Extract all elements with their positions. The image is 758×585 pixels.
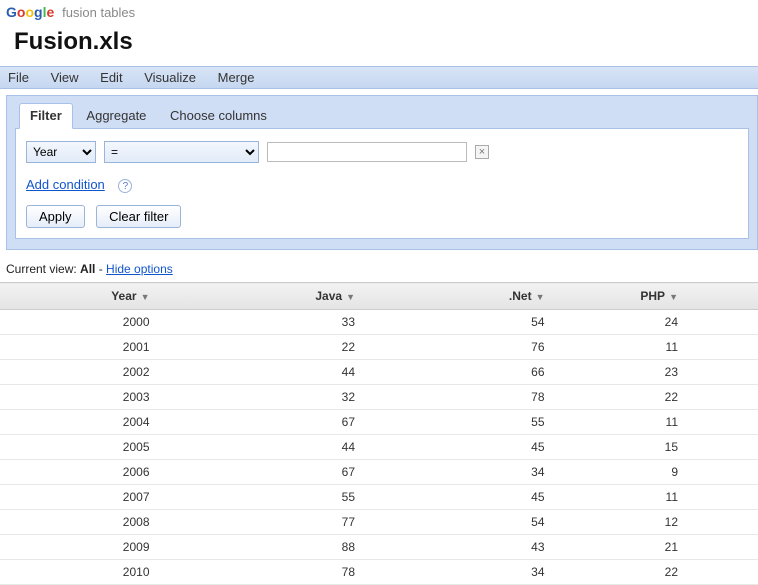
table-cell: 2003 <box>0 385 190 410</box>
table-cell: 11 <box>569 335 758 360</box>
table-cell: 24 <box>569 310 758 335</box>
table-cell: 22 <box>190 335 380 360</box>
table-row[interactable]: 2000335424 <box>0 310 758 335</box>
table-cell: 23 <box>569 360 758 385</box>
table-cell: 45 <box>379 435 569 460</box>
filter-operator-select[interactable]: = <box>104 141 259 163</box>
filter-body: Year = × Add condition ? Apply Clear fil… <box>15 129 749 239</box>
hide-options-link[interactable]: Hide options <box>106 262 173 276</box>
table-row[interactable]: 2004675511 <box>0 410 758 435</box>
page-title: Fusion.xls <box>0 22 758 66</box>
table-row[interactable]: 2003327822 <box>0 385 758 410</box>
menu-merge[interactable]: Merge <box>218 70 255 85</box>
table-cell: 12 <box>569 510 758 535</box>
tabbar: Filter Aggregate Choose columns <box>15 102 749 129</box>
table-cell: 76 <box>379 335 569 360</box>
clear-filter-button[interactable]: Clear filter <box>96 205 181 228</box>
table-body: 2000335424200122761120024466232003327822… <box>0 310 758 585</box>
data-table: Year▼ Java▼ .Net▼ PHP▼ 20003354242001227… <box>0 282 758 585</box>
sort-icon: ▼ <box>141 292 150 302</box>
tab-columns[interactable]: Choose columns <box>160 104 277 128</box>
current-view-line: Current view: All - Hide options <box>0 258 758 282</box>
table-cell: 2001 <box>0 335 190 360</box>
filter-value-input[interactable] <box>267 142 467 162</box>
table-cell: 78 <box>379 385 569 410</box>
sort-icon: ▼ <box>536 292 545 302</box>
col-header-java[interactable]: Java▼ <box>190 283 380 310</box>
table-cell: 9 <box>569 460 758 485</box>
table-cell: 78 <box>190 560 380 585</box>
table-row[interactable]: 2008775412 <box>0 510 758 535</box>
table-cell: 11 <box>569 485 758 510</box>
col-header-php[interactable]: PHP▼ <box>569 283 758 310</box>
current-view-name: All <box>80 262 95 276</box>
table-cell: 67 <box>190 460 380 485</box>
table-cell: 44 <box>190 360 380 385</box>
menu-view[interactable]: View <box>51 70 79 85</box>
menu-file[interactable]: File <box>8 70 29 85</box>
col-header-year[interactable]: Year▼ <box>0 283 190 310</box>
help-icon[interactable]: ? <box>118 179 132 193</box>
table-cell: 43 <box>379 535 569 560</box>
table-cell: 11 <box>569 410 758 435</box>
brand-product: fusion tables <box>62 5 135 20</box>
current-view-prefix: Current view: <box>6 262 80 276</box>
table-row[interactable]: 2005444515 <box>0 435 758 460</box>
table-cell: 55 <box>379 410 569 435</box>
table-cell: 22 <box>569 560 758 585</box>
menubar: File View Edit Visualize Merge <box>0 66 758 89</box>
table-header-row: Year▼ Java▼ .Net▼ PHP▼ <box>0 283 758 310</box>
filter-column-select[interactable]: Year <box>26 141 96 163</box>
table-cell: 88 <box>190 535 380 560</box>
options-panel: Filter Aggregate Choose columns Year = ×… <box>6 95 758 250</box>
table-cell: 33 <box>190 310 380 335</box>
clear-value-icon[interactable]: × <box>475 145 489 159</box>
table-row[interactable]: 2007554511 <box>0 485 758 510</box>
table-cell: 2005 <box>0 435 190 460</box>
col-header-net[interactable]: .Net▼ <box>379 283 569 310</box>
table-cell: 2004 <box>0 410 190 435</box>
table-cell: 2010 <box>0 560 190 585</box>
table-cell: 54 <box>379 510 569 535</box>
sort-icon: ▼ <box>346 292 355 302</box>
table-cell: 2006 <box>0 460 190 485</box>
table-cell: 2008 <box>0 510 190 535</box>
sort-icon: ▼ <box>669 292 678 302</box>
table-cell: 2007 <box>0 485 190 510</box>
table-row[interactable]: 2001227611 <box>0 335 758 360</box>
table-row[interactable]: 2010783422 <box>0 560 758 585</box>
table-cell: 67 <box>190 410 380 435</box>
table-cell: 66 <box>379 360 569 385</box>
table-cell: 2002 <box>0 360 190 385</box>
tab-filter[interactable]: Filter <box>19 103 73 129</box>
menu-visualize[interactable]: Visualize <box>144 70 196 85</box>
table-cell: 32 <box>190 385 380 410</box>
table-cell: 15 <box>569 435 758 460</box>
table-row[interactable]: 200667349 <box>0 460 758 485</box>
apply-button[interactable]: Apply <box>26 205 85 228</box>
table-cell: 21 <box>569 535 758 560</box>
brand-logo: Google fusion tables <box>0 0 758 22</box>
table-cell: 54 <box>379 310 569 335</box>
menu-edit[interactable]: Edit <box>100 70 122 85</box>
table-cell: 55 <box>190 485 380 510</box>
table-cell: 45 <box>379 485 569 510</box>
table-row[interactable]: 2002446623 <box>0 360 758 385</box>
table-cell: 77 <box>190 510 380 535</box>
tab-aggregate[interactable]: Aggregate <box>76 104 156 128</box>
table-cell: 22 <box>569 385 758 410</box>
table-cell: 44 <box>190 435 380 460</box>
table-cell: 34 <box>379 560 569 585</box>
table-cell: 34 <box>379 460 569 485</box>
table-row[interactable]: 2009884321 <box>0 535 758 560</box>
add-condition-link[interactable]: Add condition <box>26 177 105 192</box>
table-cell: 2009 <box>0 535 190 560</box>
table-cell: 2000 <box>0 310 190 335</box>
